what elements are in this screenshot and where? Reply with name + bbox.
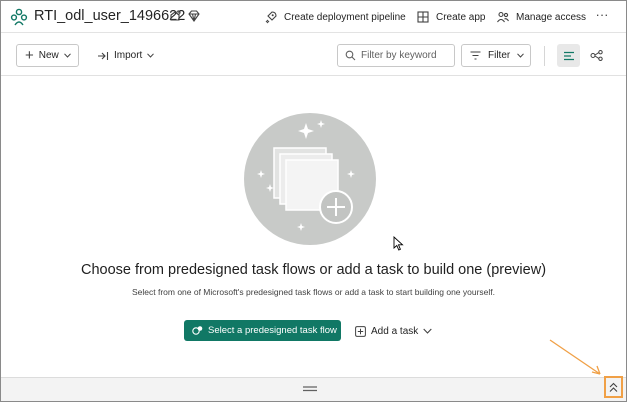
diamond-icon[interactable] [187,9,201,23]
add-task-label: Add a task [371,325,419,337]
filter-button[interactable]: Filter [461,44,531,67]
add-square-icon [355,325,366,337]
manage-access-button[interactable]: Manage access [496,7,586,27]
more-options-button[interactable]: ··· [593,7,611,27]
task-flow-icon [192,326,203,335]
new-button[interactable]: + New [16,44,79,67]
lineage-icon [590,50,603,61]
filter-label: Filter [488,50,511,61]
select-task-flow-button[interactable]: Select a predesigned task flow [184,320,341,341]
manage-access-label: Manage access [516,11,587,23]
workspace-toolbar: + New Import Filter [1,34,626,76]
resize-grip-icon[interactable] [303,386,317,392]
workspace-people-icon [10,8,28,26]
sensitivity-label-icon[interactable] [168,9,182,23]
new-label: New [38,50,59,61]
bottom-pane-bar[interactable] [1,377,626,401]
search-icon [345,50,356,61]
chevron-down-icon [423,328,432,334]
task-flow-illustration [244,113,376,245]
toolbar-divider [544,46,545,66]
create-app-button[interactable]: Create app [416,7,485,27]
add-task-button[interactable]: Add a task [355,321,432,341]
chevron-down-icon [63,53,71,58]
people-icon [497,11,509,23]
annotation-arrow-icon [549,339,601,375]
import-label: Import [114,50,143,61]
create-app-label: Create app [436,11,486,23]
expand-pane-button[interactable] [604,376,623,398]
filter-icon [470,51,481,60]
chevron-down-icon [517,53,525,58]
list-view-button[interactable] [557,44,580,67]
create-deployment-pipeline-button[interactable]: Create deployment pipeline [264,7,406,27]
app-grid-icon [417,11,429,23]
search-input[interactable] [361,50,451,61]
create-deployment-pipeline-label: Create deployment pipeline [284,11,406,23]
rocket-icon [265,11,277,24]
select-task-flow-label: Select a predesigned task flow [208,325,337,336]
double-chevron-up-icon [609,382,618,392]
chevron-down-icon [147,53,155,58]
lineage-view-button[interactable] [585,44,608,67]
mouse-cursor-icon [393,236,404,251]
import-arrow-icon [98,51,109,60]
workspace-title: RTI_odl_user_1496622 [34,8,186,24]
filter-keyword-search[interactable] [337,44,455,67]
workspace-header: RTI_odl_user_1496622 Create deployment p… [1,1,626,33]
list-view-icon [563,51,574,60]
import-button[interactable]: Import [97,44,155,67]
empty-state-title: Choose from predesigned task flows or ad… [80,262,547,278]
plus-icon: + [25,46,34,64]
empty-state-subtitle: Select from one of Microsoft's predesign… [131,287,496,297]
